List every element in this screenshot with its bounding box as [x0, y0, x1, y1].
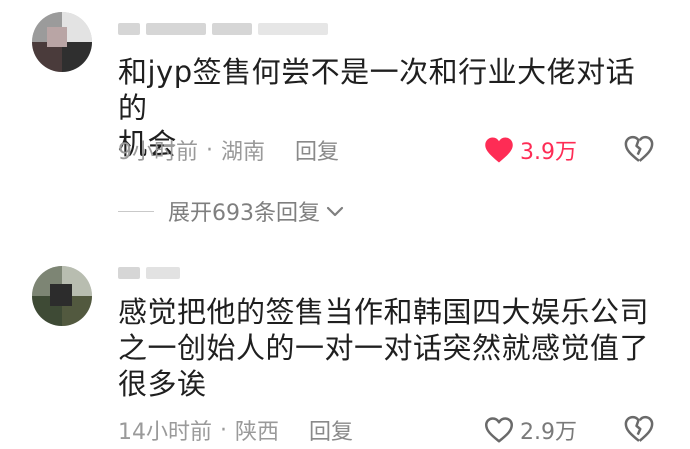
like-button[interactable]: 2.9万: [484, 414, 577, 446]
location: 湖南: [221, 140, 266, 165]
timestamp: 9小时前: [118, 140, 198, 165]
comment-meta: 9小时前 · 湖南 回复: [118, 134, 339, 166]
separator-dot: ·: [206, 137, 213, 163]
heart-outline-icon: [485, 417, 513, 443]
broken-heart-icon[interactable]: [624, 135, 654, 163]
reply-button[interactable]: 回复: [295, 134, 339, 166]
divider-line: [118, 210, 154, 212]
username[interactable]: [118, 262, 180, 284]
avatar[interactable]: [32, 12, 92, 72]
expand-label: 展开693条回复: [168, 201, 320, 226]
reply-button[interactable]: 回复: [309, 414, 353, 446]
comment-meta: 14小时前 · 陕西 回复: [118, 414, 353, 446]
like-count: 2.9万: [520, 420, 577, 445]
like-count: 3.9万: [520, 140, 577, 165]
separator-dot: ·: [220, 417, 227, 443]
avatar[interactable]: [32, 266, 92, 326]
timestamp: 14小时前: [118, 420, 212, 445]
like-button[interactable]: 3.9万: [484, 134, 577, 166]
username[interactable]: [118, 18, 328, 40]
expand-replies[interactable]: 展开693条回复: [118, 196, 346, 226]
broken-heart-icon[interactable]: [624, 415, 654, 443]
location: 陕西: [235, 420, 280, 445]
chevron-down-icon: [326, 206, 344, 217]
comment-text: 感觉把他的签售当作和韩国四大娱乐公司 之一创始人的一对一对话突然就感觉值了 很多…: [118, 295, 650, 401]
heart-icon: [485, 137, 513, 163]
